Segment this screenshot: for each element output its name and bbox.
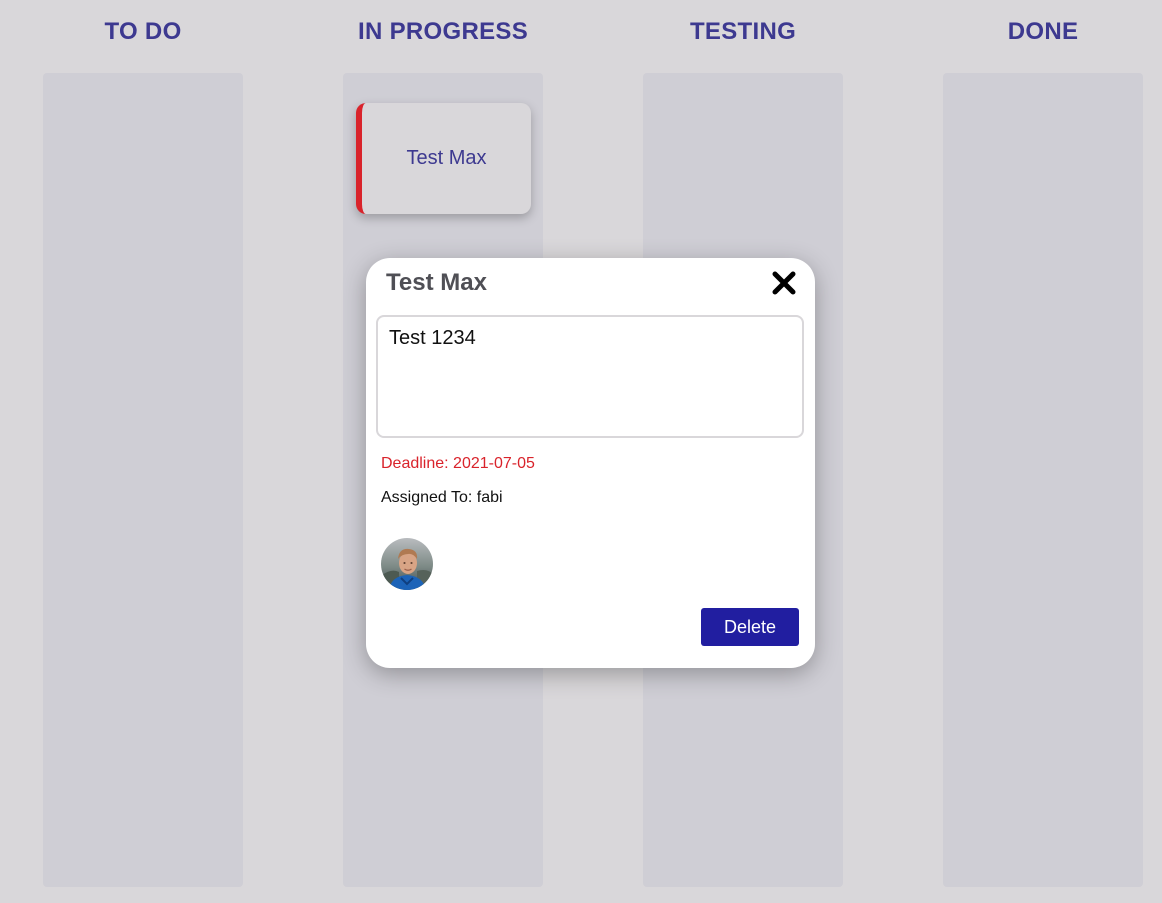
deadline-text: Deadline: 2021-07-05 (381, 455, 535, 472)
delete-button[interactable]: Delete (701, 608, 799, 646)
column-title-done: DONE (1007, 18, 1079, 45)
close-button[interactable] (770, 269, 798, 297)
user-avatar-icon (381, 538, 433, 590)
column-todo[interactable] (43, 73, 243, 887)
modal-title: Test Max (386, 269, 487, 296)
column-title-testing: TESTING (689, 18, 797, 45)
column-done[interactable] (943, 73, 1143, 887)
task-card-title: Test Max (406, 147, 487, 169)
description-textarea[interactable]: Test 1234 (376, 315, 804, 438)
assigned-to-text: Assigned To: fabi (381, 489, 503, 506)
avatar (381, 538, 433, 590)
close-icon (772, 271, 796, 295)
column-title-in-progress: IN PROGRESS (358, 18, 528, 45)
task-detail-modal: Test Max Test 1234 Deadline: 2021-07-05 … (366, 258, 815, 668)
column-title-todo: TO DO (104, 18, 182, 45)
task-card[interactable]: Test Max (356, 103, 531, 214)
